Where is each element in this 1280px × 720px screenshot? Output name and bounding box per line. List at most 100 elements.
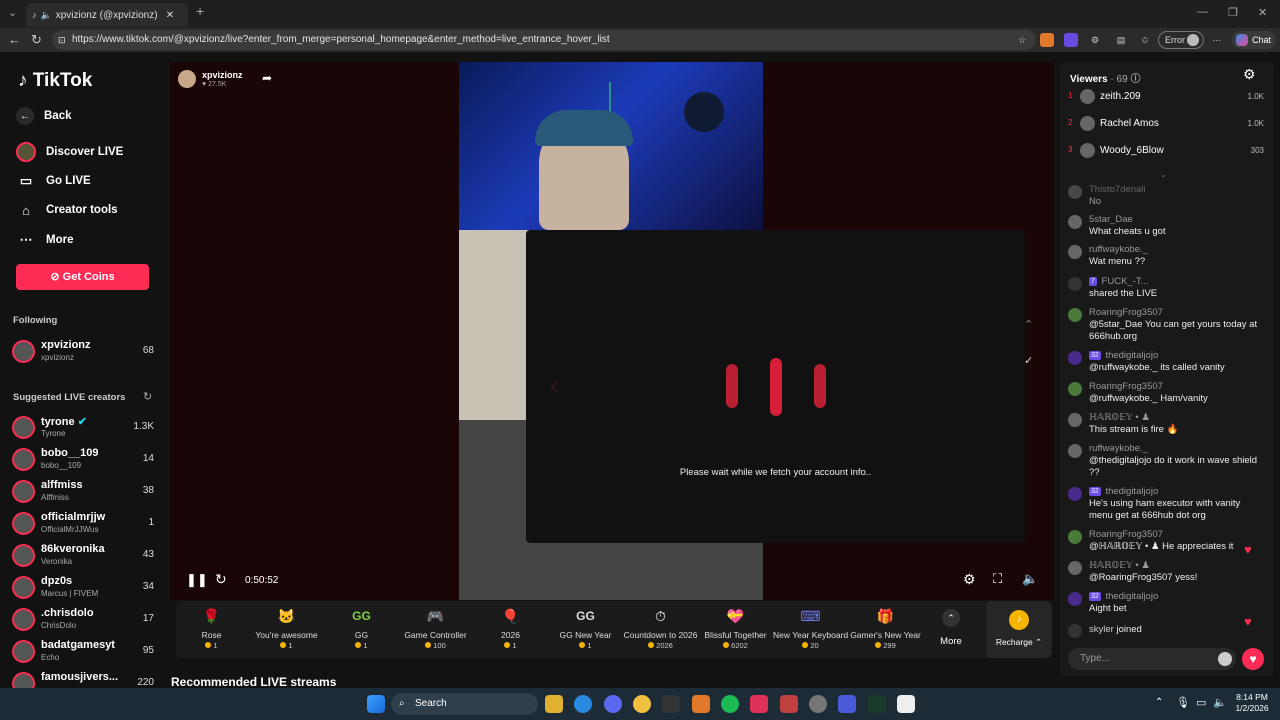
tiktok-logo[interactable]: ♪ TikTok — [18, 70, 92, 92]
game-controller-icon: 🎮 — [426, 608, 445, 624]
extension-icon[interactable] — [1064, 33, 1078, 47]
recharge-button[interactable]: ♪ Recharge ⌃ — [986, 601, 1052, 658]
like-button[interactable]: ♥ — [1242, 648, 1264, 670]
app-icon[interactable] — [780, 695, 798, 713]
expand-viewers-icon[interactable]: ⌄ — [1160, 170, 1167, 179]
file-explorer-icon[interactable] — [545, 695, 563, 713]
suggested-creator[interactable]: .chrisdolo ChrisDolo 17 — [12, 606, 154, 634]
discord-icon[interactable] — [604, 695, 622, 713]
tiktok-icon[interactable] — [750, 695, 768, 713]
gift-item[interactable]: 💝 Blissful Together 6202 — [698, 605, 773, 650]
clock[interactable]: 8:14 PM 1/2/2026 — [1232, 692, 1272, 714]
chevron-left-icon[interactable]: ‹ — [550, 370, 559, 401]
settings-icon[interactable]: ⚙ — [1243, 66, 1256, 83]
suggested-creator[interactable]: bobo__109 bobo__109 14 — [12, 446, 154, 474]
viewers-header[interactable]: Viewers · 69 ⓘ — [1070, 70, 1140, 85]
app-icon[interactable] — [838, 695, 856, 713]
suggested-creator[interactable]: dpz0s Marcus | FIVEM 34 — [12, 574, 154, 602]
address-bar-row: ← ↻ ⊡ https://www.tiktok.com/@xpvizionz/… — [0, 28, 1280, 52]
emoji-icon[interactable] — [1218, 652, 1232, 666]
volume-icon[interactable]: 🔈 — [1022, 571, 1038, 587]
taskbar-search[interactable]: ⌕ Search — [391, 693, 538, 715]
extension-icon[interactable] — [1040, 33, 1054, 47]
chevron-up-icon[interactable]: ⌃ — [1155, 697, 1163, 708]
avatar — [1080, 116, 1095, 131]
browser-tab-bar: ⌄ ♪ 🔈 xpvizionz (@xpvizionz) is LIVE ✕ +… — [0, 0, 1280, 28]
copilot-chat-button[interactable]: Chat — [1232, 31, 1276, 49]
app-icon[interactable] — [809, 695, 827, 713]
get-coins-button[interactable]: ⊘ Get Coins — [16, 264, 149, 290]
chat-input[interactable]: Type... — [1068, 648, 1236, 670]
gift-item[interactable]: GG GG 1 — [324, 605, 399, 650]
close-tab-icon[interactable]: ✕ — [166, 10, 174, 21]
camera-icon: ▭ — [19, 173, 33, 188]
favorite-star-icon[interactable]: ☆ — [1015, 33, 1029, 47]
check-icon[interactable]: ✓ — [1024, 354, 1033, 367]
suggested-creator[interactable]: badatgamesyt Echo 95 — [12, 638, 154, 666]
gift-item[interactable]: 🌹 Rose 1 — [174, 605, 249, 650]
nav-go-live[interactable]: ▭ Go LIVE — [16, 171, 91, 191]
nav-creator-tools[interactable]: ⌂ Creator tools — [16, 200, 118, 220]
refresh-icon[interactable]: ↻ — [31, 32, 42, 48]
speaker-icon[interactable]: 🔈 — [41, 10, 52, 21]
edge-icon[interactable] — [574, 695, 592, 713]
gift-item[interactable]: GG GG New Year 1 — [548, 605, 623, 650]
minimize-icon[interactable]: — — [1197, 6, 1208, 18]
share-icon[interactable]: ➦ — [262, 71, 272, 85]
suggested-creator[interactable]: 86kveronika Veronika 43 — [12, 542, 154, 570]
top-viewer[interactable]: 1 zeith.209 1.0K — [1068, 88, 1264, 106]
avatar — [12, 672, 35, 688]
nav-more[interactable]: ⋯ More — [16, 230, 74, 250]
app-icon[interactable] — [633, 695, 651, 713]
gg-icon: GG — [352, 609, 371, 623]
chevron-up-icon[interactable]: ⌃ — [1024, 318, 1033, 331]
restore-icon[interactable]: ❐ — [1228, 6, 1238, 19]
app-icon[interactable] — [692, 695, 710, 713]
profile-error-button[interactable]: Error — [1158, 31, 1204, 49]
suggested-creator[interactable]: famousjivers... 220 — [12, 670, 154, 688]
more-menu-icon[interactable]: ⋯ — [1210, 33, 1224, 47]
volume-icon[interactable]: 🔈 — [1213, 696, 1227, 709]
more-gifts-button[interactable]: ⌃ More — [934, 605, 968, 647]
gift-item[interactable]: ⌨ New Year Keyboard 20 — [773, 605, 848, 650]
spotify-icon[interactable] — [721, 695, 739, 713]
gift-item[interactable]: ⏱ Countdown to 2026 2026 — [623, 605, 698, 650]
refresh-suggestions-icon[interactable]: ↻ — [143, 390, 152, 403]
avatar — [1187, 34, 1199, 46]
browser-tab[interactable]: ♪ 🔈 xpvizionz (@xpvizionz) is LIVE ✕ — [26, 3, 188, 27]
steam-icon[interactable] — [662, 695, 680, 713]
gift-item[interactable]: 🎈 2026 1 — [473, 605, 548, 650]
account-loading-modal: ‹ Please wait while we fetch your accoun… — [526, 230, 1025, 543]
pause-icon[interactable]: ❚❚ — [186, 572, 208, 588]
puzzle-icon[interactable]: ⚙ — [1088, 33, 1102, 47]
suggested-creator[interactable]: officialmrjjw OfficialMrJJWus 1 — [12, 510, 154, 538]
app-icon[interactable] — [897, 695, 915, 713]
suggested-creator[interactable]: tyrone ✔ Tyrone 1.3K — [12, 414, 154, 442]
microphone-icon[interactable]: 🎙 — [1176, 696, 1190, 709]
close-window-icon[interactable]: ✕ — [1258, 6, 1267, 19]
site-info-icon[interactable]: ⊡ — [58, 30, 66, 50]
network-icon[interactable]: ▭ — [1196, 696, 1206, 709]
fullscreen-icon[interactable]: ⛶ — [993, 571, 1002, 587]
gift-item[interactable]: 🎮 Game Controller 100 — [398, 605, 473, 650]
collections-icon[interactable]: ▤ — [1114, 33, 1128, 47]
new-tab-icon[interactable]: + — [196, 3, 204, 19]
gift-item[interactable]: 🎁 Gamer's New Year 299 — [848, 605, 923, 650]
nav-back[interactable]: ← Back — [16, 107, 72, 125]
gift-item[interactable]: 🐱 You're awesome 1 — [249, 605, 324, 650]
top-viewer[interactable]: 3 Woody_6Blow 303 — [1068, 142, 1264, 160]
refresh-icon[interactable]: ↻ — [215, 571, 227, 588]
tab-actions-icon[interactable]: ⌄ — [8, 6, 17, 19]
terminal-icon[interactable] — [868, 695, 886, 713]
following-item[interactable]: xpvizionz xpvizionz 68 — [12, 338, 154, 366]
live-stream-player[interactable]: xpvizionz ♥ 27.5K ➦ ‹ Please wait while … — [170, 62, 1054, 600]
back-arrow-icon[interactable]: ← — [8, 32, 21, 47]
windows-start-icon[interactable] — [367, 695, 385, 713]
nav-discover-live[interactable]: Discover LIVE — [16, 142, 123, 162]
coin-icon: ♪ — [1009, 610, 1029, 630]
favorites-icon[interactable]: ✩ — [1138, 33, 1152, 47]
settings-icon[interactable]: ⚙ — [963, 571, 976, 588]
top-viewer[interactable]: 2 Rachel Amos 1.0K — [1068, 115, 1264, 133]
suggested-creator[interactable]: alffmiss Alffmiss 38 — [12, 478, 154, 506]
url-field[interactable]: ⊡ https://www.tiktok.com/@xpvizionz/live… — [52, 30, 1036, 50]
